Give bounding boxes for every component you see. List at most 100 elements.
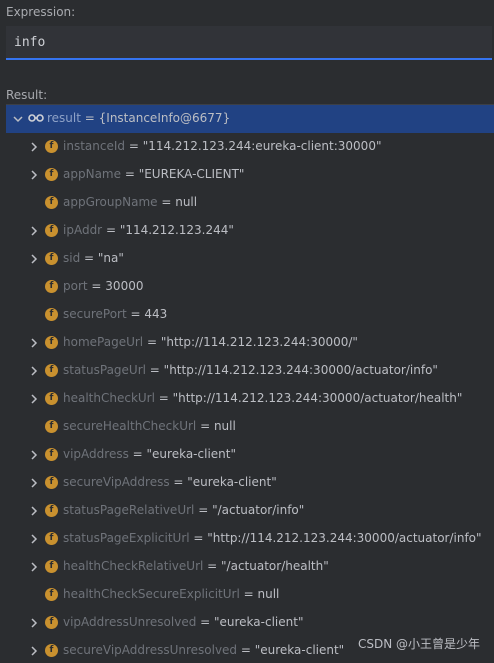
field-eq: = (169, 475, 188, 489)
field-value: 443 (144, 307, 168, 321)
field-row[interactable]: f secureHealthCheckUrl = null (6, 413, 494, 441)
field-name: secureHealthCheckUrl (63, 419, 197, 433)
field-value: 30000 (105, 279, 144, 293)
field-row[interactable]: f statusPageExplicitUrl = "http://114.212… (6, 525, 494, 553)
field-text: homePageUrl = "http://114.212.123.244:30… (63, 335, 358, 349)
field-row[interactable]: f homePageUrl = "http://114.212.123.244:3… (6, 329, 494, 357)
field-eq: = (237, 643, 255, 657)
field-row[interactable]: f statusPageUrl = "http://114.212.123.244… (6, 357, 494, 385)
field-value: "eureka-client" (214, 615, 304, 629)
field-row[interactable]: f appGroupName = null (6, 189, 494, 217)
chevron-down-icon[interactable] (12, 113, 24, 125)
expression-input[interactable]: info (6, 26, 492, 60)
watch-glasses-icon (28, 114, 44, 122)
field-eq: = (125, 139, 143, 153)
field-row[interactable]: f healthCheckUrl = "http://114.212.123.24… (6, 385, 494, 413)
field-icon: f (45, 336, 58, 349)
field-row[interactable]: f port = 30000 (6, 273, 494, 301)
chevron-right-icon[interactable] (28, 645, 40, 657)
chevron-right-icon[interactable] (28, 393, 40, 405)
field-name: vipAddressUnresolved (63, 615, 197, 629)
field-value: "EUREKA-CLIENT" (138, 167, 245, 181)
field-row[interactable]: f sid = "na" (6, 245, 494, 273)
expression-text[interactable]: info (14, 35, 45, 50)
root-name: result (47, 111, 81, 125)
field-text: securePort = 443 (63, 307, 167, 321)
field-text: secureVipAddress = "eureka-client" (63, 475, 277, 489)
field-text: appName = "EUREKA-CLIENT" (63, 167, 244, 181)
field-row[interactable]: f instanceId = "114.212.123.244:eureka-cl… (6, 133, 494, 161)
field-eq: = (143, 335, 161, 349)
field-value: "http://114.212.123.244:30000/actuator/i… (163, 363, 438, 377)
field-icon: f (45, 168, 58, 181)
field-row[interactable]: f ipAddr = "114.212.123.244" (6, 217, 494, 245)
field-row[interactable]: f vipAddress = "eureka-client" (6, 441, 494, 469)
field-icon: f (45, 196, 58, 209)
field-row[interactable]: f securePort = 443 (6, 301, 494, 329)
field-row[interactable]: f healthCheckRelativeUrl = "/actuator/hea… (6, 553, 494, 581)
chevron-right-icon[interactable] (28, 561, 40, 573)
watermark: CSDN @小王曾是少年 (357, 637, 480, 651)
field-row[interactable]: f appName = "EUREKA-CLIENT" (6, 161, 494, 189)
field-value: null (175, 195, 198, 209)
field-text: sid = "na" (63, 251, 124, 265)
field-eq: = (196, 419, 214, 433)
field-icon: f (45, 476, 58, 489)
chevron-right-icon[interactable] (28, 253, 40, 265)
field-icon: f (45, 420, 58, 433)
result-root-row[interactable]: result = {InstanceInfo@6677} (6, 105, 494, 133)
field-eq: = (102, 223, 120, 237)
field-text: vipAddress = "eureka-client" (63, 447, 236, 461)
field-name: securePort (63, 307, 127, 321)
field-value: "114.212.123.244:eureka-client:30000" (142, 139, 382, 153)
field-text: port = 30000 (63, 279, 143, 293)
field-value: "/actuator/info" (212, 503, 305, 517)
field-eq: = (126, 307, 145, 321)
field-eq: = (239, 587, 258, 601)
field-icon: f (45, 140, 58, 153)
field-name: ipAddr (63, 223, 103, 237)
field-icon: f (45, 644, 58, 657)
field-row[interactable]: f secureVipAddress = "eureka-client" (6, 469, 494, 497)
field-icon: f (45, 280, 58, 293)
field-name: statusPageRelativeUrl (63, 503, 195, 517)
field-name: secureVipAddress (63, 475, 170, 489)
result-tree: result = {InstanceInfo@6677} f instanceId… (6, 104, 494, 663)
chevron-right-icon[interactable] (28, 141, 40, 153)
field-icon: f (45, 308, 58, 321)
field-icon: f (45, 252, 58, 265)
chevron-right-icon[interactable] (28, 505, 40, 517)
field-icon: f (45, 504, 58, 517)
field-text: statusPageUrl = "http://114.212.123.244:… (63, 363, 438, 377)
field-eq: = (121, 167, 139, 181)
field-row[interactable]: f vipAddressUnresolved = "eureka-client" (6, 609, 494, 637)
field-eq: = (194, 503, 213, 517)
chevron-right-icon[interactable] (28, 449, 40, 461)
field-text: secureVipAddressUnresolved = "eureka-cli… (63, 643, 344, 657)
chevron-right-icon[interactable] (28, 169, 40, 181)
field-eq: = (203, 559, 222, 573)
field-value: "eureka-client" (187, 475, 277, 489)
field-name: port (63, 279, 88, 293)
field-icon: f (45, 560, 58, 573)
chevron-right-icon[interactable] (28, 365, 40, 377)
field-name: sid (63, 251, 81, 265)
field-icon: f (45, 392, 58, 405)
field-eq: = (87, 279, 106, 293)
field-text: ipAddr = "114.212.123.244" (63, 223, 234, 237)
field-text: statusPageExplicitUrl = "http://114.212.… (63, 531, 482, 545)
chevron-right-icon[interactable] (28, 337, 40, 349)
field-row[interactable]: f statusPageRelativeUrl = "/actuator/info… (6, 497, 494, 525)
field-value: "http://114.212.123.244:30000/actuator/h… (172, 391, 463, 405)
root-value: {InstanceInfo@6677} (98, 111, 231, 125)
field-text: statusPageRelativeUrl = "/actuator/info" (63, 503, 304, 517)
chevron-right-icon[interactable] (28, 477, 40, 489)
chevron-right-icon[interactable] (28, 533, 40, 545)
expression-label: Expression: (6, 5, 76, 19)
field-icon: f (45, 448, 58, 461)
field-name: appName (63, 167, 121, 181)
chevron-right-icon[interactable] (28, 225, 40, 237)
field-eq: = (128, 447, 147, 461)
field-row[interactable]: f healthCheckSecureExplicitUrl = null (6, 581, 494, 609)
chevron-right-icon[interactable] (28, 617, 40, 629)
